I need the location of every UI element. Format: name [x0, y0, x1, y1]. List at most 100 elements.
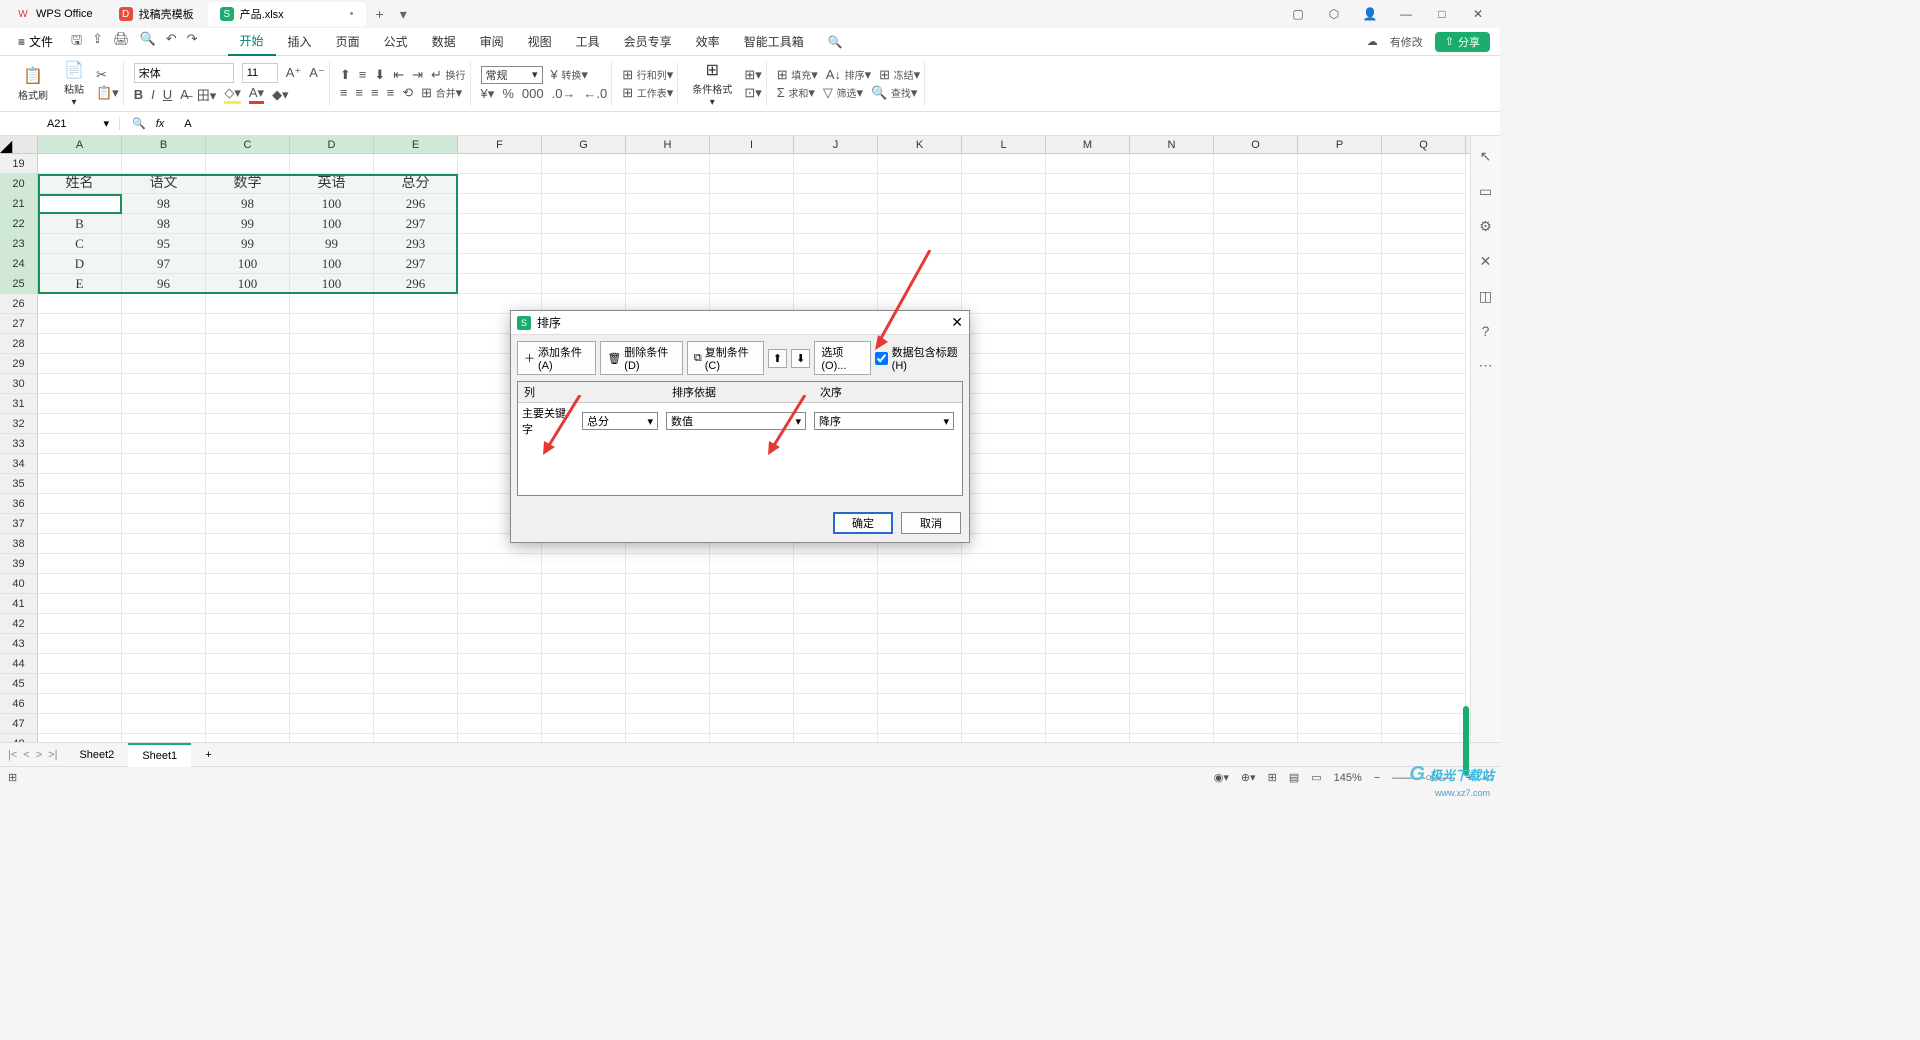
cell[interactable] [1214, 474, 1298, 494]
cell[interactable] [122, 394, 206, 414]
row-header[interactable]: 36 [0, 494, 38, 514]
cell[interactable] [290, 674, 374, 694]
cell[interactable] [206, 734, 290, 742]
export-icon[interactable]: ⇪ [92, 31, 103, 53]
cell[interactable] [878, 674, 962, 694]
cell[interactable] [542, 214, 626, 234]
cell[interactable] [122, 314, 206, 334]
cell[interactable] [1382, 614, 1466, 634]
cell[interactable] [1382, 294, 1466, 314]
sidebar-select-icon[interactable]: ↖ [1480, 148, 1492, 165]
cell[interactable] [1046, 434, 1130, 454]
cell[interactable] [710, 214, 794, 234]
cell[interactable] [626, 614, 710, 634]
cell[interactable] [1214, 414, 1298, 434]
cell[interactable] [710, 274, 794, 294]
tab-add[interactable]: + [368, 6, 392, 22]
row-header[interactable]: 44 [0, 654, 38, 674]
cell[interactable] [878, 174, 962, 194]
cell[interactable] [38, 554, 122, 574]
cell[interactable] [1130, 214, 1214, 234]
cell[interactable] [626, 654, 710, 674]
cell[interactable] [374, 634, 458, 654]
cell[interactable] [794, 654, 878, 674]
cell[interactable]: 100 [290, 254, 374, 274]
cell[interactable] [1046, 214, 1130, 234]
cell[interactable] [38, 634, 122, 654]
cell[interactable] [1046, 174, 1130, 194]
cell[interactable] [374, 714, 458, 734]
tab-template[interactable]: D 找稿壳模板 [107, 2, 206, 26]
col-header[interactable]: A [38, 136, 122, 153]
cell[interactable] [1130, 434, 1214, 454]
menu-data[interactable]: 数据 [420, 28, 468, 56]
font-color-icon[interactable]: A▾ [249, 85, 264, 104]
cell[interactable] [1382, 454, 1466, 474]
cell[interactable] [1298, 594, 1382, 614]
cell[interactable] [290, 374, 374, 394]
cell[interactable]: 98 [206, 194, 290, 214]
cell[interactable] [1382, 154, 1466, 174]
cell[interactable] [290, 154, 374, 174]
options-button[interactable]: 选项(O)... [814, 341, 870, 375]
cell[interactable] [458, 254, 542, 274]
cell[interactable] [962, 594, 1046, 614]
row-header[interactable]: 47 [0, 714, 38, 734]
cell[interactable] [38, 454, 122, 474]
sheet-nav-last[interactable]: >| [48, 749, 57, 761]
cell[interactable] [290, 614, 374, 634]
cell[interactable] [710, 194, 794, 214]
row-header[interactable]: 26 [0, 294, 38, 314]
cell[interactable] [1298, 354, 1382, 374]
cell[interactable] [962, 514, 1046, 534]
cell[interactable] [794, 174, 878, 194]
copy-condition-button[interactable]: ⧉复制条件(C) [687, 341, 764, 375]
cell[interactable] [962, 494, 1046, 514]
sheet-tab-sheet1[interactable]: Sheet1 [128, 743, 191, 767]
cell[interactable] [1382, 254, 1466, 274]
cell[interactable] [1214, 454, 1298, 474]
cell[interactable] [1298, 514, 1382, 534]
cell[interactable] [206, 594, 290, 614]
row-header[interactable]: 25 [0, 274, 38, 294]
cell[interactable] [962, 214, 1046, 234]
cell[interactable] [878, 714, 962, 734]
cell[interactable] [122, 294, 206, 314]
cell[interactable] [38, 354, 122, 374]
cell[interactable] [1382, 434, 1466, 454]
cell[interactable] [1382, 554, 1466, 574]
cell[interactable] [1382, 214, 1466, 234]
cell[interactable] [206, 554, 290, 574]
cell[interactable] [1214, 394, 1298, 414]
cell[interactable] [542, 594, 626, 614]
order-select[interactable]: 降序▾ [814, 412, 954, 430]
cell[interactable] [1130, 734, 1214, 742]
cell[interactable] [1046, 194, 1130, 214]
cell[interactable] [878, 274, 962, 294]
cell[interactable] [374, 454, 458, 474]
cell[interactable] [1298, 214, 1382, 234]
cell[interactable] [542, 254, 626, 274]
cell[interactable] [626, 574, 710, 594]
cell[interactable] [374, 414, 458, 434]
cell[interactable] [290, 454, 374, 474]
cell[interactable] [122, 714, 206, 734]
menu-search-icon[interactable]: 🔍 [816, 28, 855, 56]
cell[interactable] [794, 594, 878, 614]
cell[interactable] [374, 334, 458, 354]
cell[interactable] [458, 234, 542, 254]
sheet-nav-first[interactable]: |< [8, 749, 17, 761]
cell[interactable] [1382, 374, 1466, 394]
cell[interactable]: 姓名 [38, 174, 122, 194]
cell[interactable] [626, 554, 710, 574]
cell[interactable] [206, 454, 290, 474]
cell[interactable] [458, 574, 542, 594]
cell[interactable] [542, 174, 626, 194]
number-format-select[interactable]: 常规▾ [481, 66, 543, 84]
zoom-formula-icon[interactable]: 🔍 [132, 117, 146, 130]
ok-button[interactable]: 确定 [833, 512, 893, 534]
cell[interactable] [122, 514, 206, 534]
cell[interactable] [1046, 234, 1130, 254]
cell[interactable] [962, 554, 1046, 574]
cell[interactable] [794, 574, 878, 594]
